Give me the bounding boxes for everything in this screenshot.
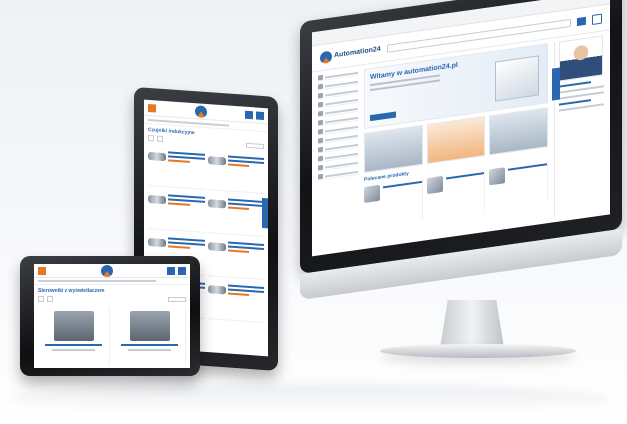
page-title: Sterowniki z wyświetlaczem bbox=[38, 288, 105, 294]
sensor-image bbox=[207, 199, 226, 209]
category-icon bbox=[318, 74, 323, 81]
hero-button[interactable] bbox=[370, 111, 396, 122]
search-icon[interactable] bbox=[577, 16, 586, 26]
feedback-tab[interactable] bbox=[552, 67, 560, 101]
sensor-image bbox=[148, 194, 166, 205]
category-icon bbox=[318, 83, 323, 90]
sensor-image bbox=[148, 151, 166, 162]
product-card[interactable] bbox=[148, 188, 205, 233]
cart-icon[interactable] bbox=[178, 266, 186, 275]
sort-select[interactable] bbox=[168, 296, 186, 302]
sensor-image bbox=[207, 156, 226, 166]
product-card[interactable] bbox=[489, 161, 549, 210]
menu-icon[interactable] bbox=[38, 266, 46, 275]
desktop-monitor: Automation24 Witamy w automation24.pl Po… bbox=[300, 0, 622, 312]
phone-device: Sterowniki z wyświetlaczem bbox=[20, 256, 200, 376]
product-card[interactable] bbox=[426, 169, 486, 219]
product-image bbox=[364, 184, 380, 204]
featured-products bbox=[364, 161, 549, 228]
promo-tile[interactable] bbox=[426, 115, 486, 165]
monitor-main-content: Witamy w automation24.pl Polecane produk… bbox=[364, 43, 549, 245]
hero-device-image bbox=[495, 55, 539, 102]
product-card[interactable] bbox=[207, 236, 264, 281]
breadcrumb bbox=[34, 278, 190, 285]
product-card[interactable] bbox=[148, 145, 205, 190]
category-icon bbox=[318, 119, 323, 126]
feedback-tab[interactable] bbox=[262, 197, 268, 229]
product-image bbox=[426, 175, 443, 195]
logo-text: Automation24 bbox=[334, 45, 381, 60]
search-icon[interactable] bbox=[167, 266, 175, 275]
product-card[interactable] bbox=[114, 307, 186, 365]
monitor-bezel: Automation24 Witamy w automation24.pl Po… bbox=[300, 0, 622, 274]
monitor-stand-neck bbox=[440, 300, 504, 348]
floor-reflection bbox=[10, 384, 610, 414]
search-icon[interactable] bbox=[245, 110, 253, 119]
logo-mark-icon bbox=[194, 104, 207, 118]
product-card[interactable] bbox=[364, 178, 423, 228]
contact-line bbox=[559, 81, 591, 88]
product-card[interactable] bbox=[207, 279, 264, 324]
sensor-image bbox=[207, 242, 226, 252]
product-grid bbox=[34, 305, 190, 367]
contact-panel bbox=[554, 35, 604, 219]
sensor-image bbox=[148, 237, 166, 248]
menu-icon[interactable] bbox=[148, 103, 156, 113]
site-logo[interactable]: Automation24 bbox=[320, 43, 381, 64]
sensor-image bbox=[207, 285, 226, 295]
category-icon bbox=[318, 110, 323, 117]
category-icon bbox=[318, 173, 323, 180]
logo-mark-icon bbox=[100, 264, 113, 277]
contact-line bbox=[559, 99, 591, 106]
category-icon bbox=[318, 155, 323, 162]
monitor-screen: Automation24 Witamy w automation24.pl Po… bbox=[312, 0, 610, 257]
list-view-icon[interactable] bbox=[157, 135, 163, 142]
cart-icon[interactable] bbox=[592, 13, 602, 25]
site-logo[interactable] bbox=[49, 264, 164, 277]
category-icon bbox=[318, 146, 323, 153]
cart-icon[interactable] bbox=[256, 110, 264, 120]
promo-tile[interactable] bbox=[489, 107, 549, 156]
plc-image bbox=[129, 311, 170, 341]
product-image bbox=[489, 167, 506, 186]
phone-screen: Sterowniki z wyświetlaczem bbox=[34, 264, 190, 368]
category-icon bbox=[318, 164, 323, 171]
plc-image bbox=[53, 311, 94, 341]
logo-mark-icon bbox=[320, 50, 332, 64]
listing-toolbar bbox=[34, 296, 190, 305]
monitor-stand-base bbox=[380, 344, 576, 358]
promo-tile[interactable] bbox=[364, 124, 423, 174]
category-icon bbox=[318, 137, 323, 144]
product-card[interactable] bbox=[207, 193, 264, 238]
grid-view-icon[interactable] bbox=[38, 296, 44, 302]
category-sidebar bbox=[318, 69, 358, 252]
category-icon bbox=[318, 128, 323, 135]
grid-view-icon[interactable] bbox=[148, 134, 154, 142]
advisor-avatar bbox=[559, 35, 603, 82]
category-icon bbox=[318, 101, 323, 108]
phone-header bbox=[34, 264, 190, 278]
sort-select[interactable] bbox=[246, 142, 264, 149]
category-icon bbox=[318, 92, 323, 99]
product-card[interactable] bbox=[207, 150, 264, 195]
product-card[interactable] bbox=[38, 307, 110, 365]
list-view-icon[interactable] bbox=[47, 296, 53, 302]
